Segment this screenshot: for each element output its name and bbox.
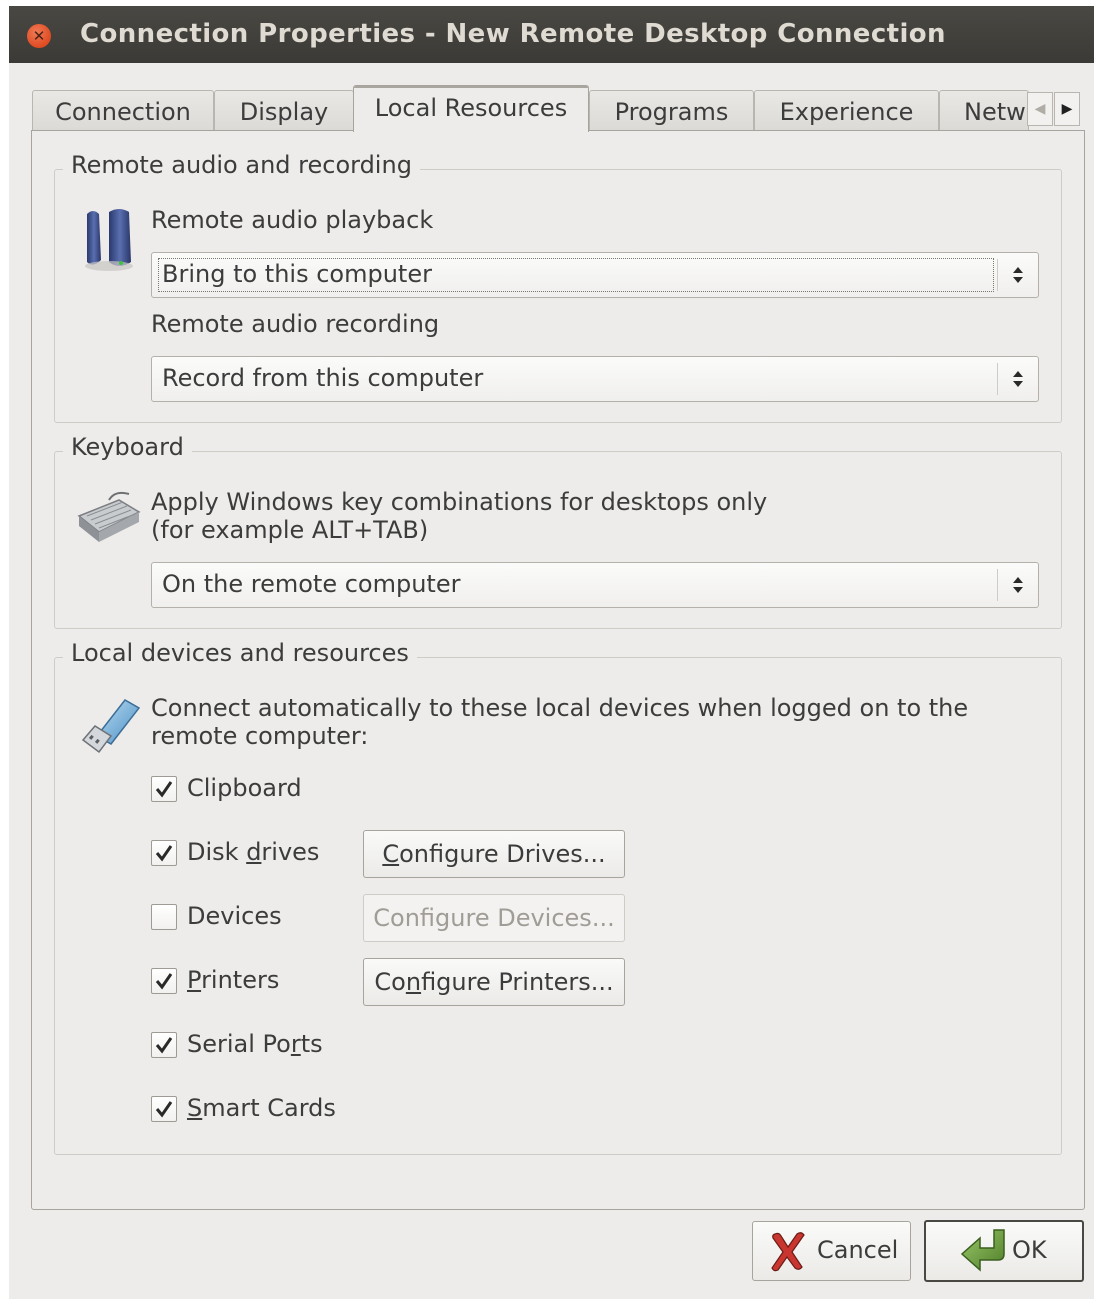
updown-arrow-icon	[1013, 577, 1023, 593]
label-text: rives	[261, 838, 320, 866]
checkmark-icon	[155, 845, 173, 862]
keyboard-icon	[77, 491, 141, 542]
ok-arrow-icon	[960, 1229, 1005, 1272]
window-title: Connection Properties - New Remote Deskt…	[80, 19, 946, 49]
configure-drives-button[interactable]: Configure Drives...	[363, 830, 625, 878]
label-text: ts	[300, 1030, 323, 1058]
smart-cards-checkbox[interactable]	[151, 1096, 177, 1122]
tab-label: Netw	[964, 98, 1026, 126]
updown-arrow-icon	[1013, 371, 1023, 387]
mnemonic-char: n	[405, 968, 422, 996]
mnemonic-char: d	[246, 838, 262, 866]
tab-scroll-right-icon[interactable]: ▶	[1054, 92, 1080, 126]
keyboard-select[interactable]: On the remote computer	[151, 562, 1039, 608]
label-text: figure Printers...	[421, 968, 614, 996]
tab-label: Local Resources	[374, 94, 568, 122]
recording-value: Record from this computer	[162, 364, 484, 392]
tab-connection[interactable]: Connection	[32, 90, 214, 131]
checkmark-icon	[155, 1101, 173, 1118]
keyboard-value: On the remote computer	[162, 570, 461, 598]
serial-ports-label[interactable]: Serial Ports	[187, 1030, 323, 1058]
label-text: Disk	[187, 838, 247, 866]
cancel-label: Cancel	[817, 1236, 899, 1264]
mnemonic-char: C	[382, 840, 400, 868]
label-text: rinters	[201, 966, 280, 994]
devices-description-line1: Connect automatically to these local dev…	[151, 694, 969, 722]
combo-separator	[997, 569, 998, 601]
mnemonic-char: P	[187, 966, 202, 994]
tab-scroll-left-icon[interactable]: ◀	[1027, 92, 1053, 126]
playback-select[interactable]: Bring to this computer	[151, 252, 1039, 298]
configure-devices-button[interactable]: Configure Devices...	[363, 894, 625, 942]
tab-network[interactable]: Netw	[939, 90, 1029, 130]
updown-arrow-icon	[1013, 267, 1023, 283]
cancel-x-icon	[771, 1232, 805, 1272]
disk-drives-label[interactable]: Disk drives	[187, 838, 319, 866]
devices-description-line2: remote computer:	[151, 722, 369, 750]
label-text: Serial Po	[187, 1030, 291, 1058]
audio-group: Remote audio and recording Remote audio …	[54, 151, 1062, 423]
recording-label: Remote audio recording	[151, 310, 440, 338]
dialog-window: ✕ Connection Properties - New Remote Des…	[9, 6, 1094, 1299]
printers-checkbox[interactable]	[151, 968, 177, 994]
tab-label: Programs	[614, 98, 729, 126]
ok-button[interactable]: OK	[924, 1220, 1084, 1282]
clipboard-checkbox[interactable]	[151, 776, 177, 802]
checkmark-icon	[155, 781, 173, 798]
tab-label: Display	[239, 98, 329, 126]
cancel-button[interactable]: Cancel	[752, 1221, 911, 1281]
speakers-icon	[85, 209, 133, 271]
combo-separator	[997, 363, 998, 395]
clipboard-label[interactable]: Clipboard	[187, 774, 302, 802]
audio-group-title: Remote audio and recording	[63, 151, 420, 179]
tab-label: Connection	[55, 98, 191, 126]
devices-group: Local devices and resources Connect auto…	[54, 639, 1062, 1155]
disk-drives-checkbox[interactable]	[151, 840, 177, 866]
keyboard-group-title: Keyboard	[63, 433, 192, 461]
printers-label[interactable]: Printers	[187, 966, 279, 994]
checkmark-icon	[155, 1037, 173, 1054]
ok-label: OK	[1012, 1236, 1047, 1264]
smart-cards-label[interactable]: Smart Cards	[187, 1094, 336, 1122]
mnemonic-char: S	[187, 1094, 203, 1122]
tab-label: Experience	[779, 98, 914, 126]
label-text: onfigure Drives...	[399, 840, 606, 868]
label-text: Co	[374, 968, 406, 996]
tab-programs[interactable]: Programs	[589, 90, 754, 131]
tab-experience[interactable]: Experience	[754, 90, 939, 131]
title-bar[interactable]: ✕ Connection Properties - New Remote Des…	[9, 6, 1094, 63]
playback-value: Bring to this computer	[162, 260, 432, 288]
devices-checkbox[interactable]	[151, 904, 177, 930]
label-text: mart Cards	[202, 1094, 336, 1122]
configure-printers-button[interactable]: Configure Printers...	[363, 958, 625, 1006]
keyboard-group: Keyboard Apply Windows key combinations …	[54, 433, 1062, 629]
tab-local-resources[interactable]: Local Resources	[353, 85, 589, 132]
local-resources-page: Remote audio and recording Remote audio …	[31, 130, 1085, 1210]
checkmark-icon	[155, 973, 173, 990]
tab-display[interactable]: Display	[214, 90, 354, 131]
keyboard-description-line1: Apply Windows key combinations for deskt…	[151, 488, 768, 516]
devices-label[interactable]: Devices	[187, 902, 282, 930]
devices-group-title: Local devices and resources	[63, 639, 417, 667]
playback-label: Remote audio playback	[151, 206, 434, 234]
usb-drive-icon	[81, 699, 141, 754]
serial-ports-checkbox[interactable]	[151, 1032, 177, 1058]
recording-select[interactable]: Record from this computer	[151, 356, 1039, 402]
mnemonic-char: r	[290, 1030, 301, 1058]
close-icon[interactable]: ✕	[27, 24, 51, 48]
combo-separator	[997, 259, 998, 291]
keyboard-description-line2: (for example ALT+TAB)	[151, 516, 429, 544]
